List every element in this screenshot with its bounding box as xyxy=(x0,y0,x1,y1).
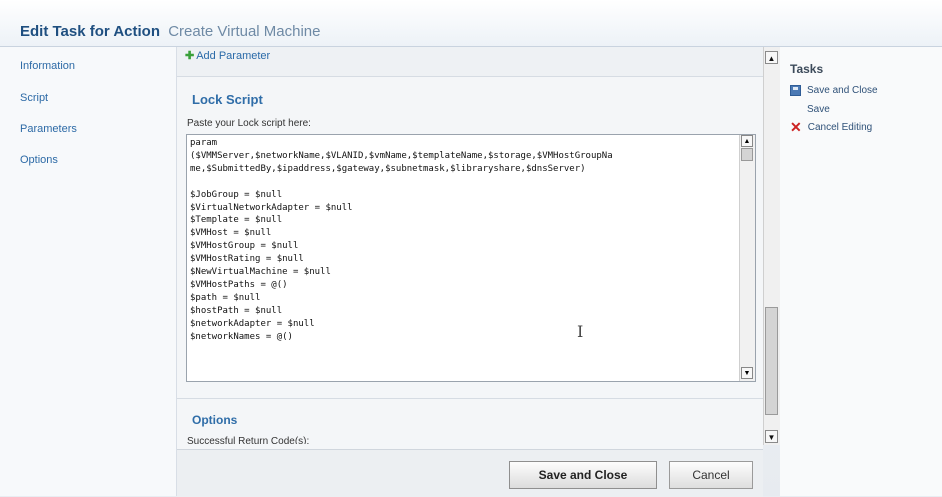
tasks-panel: Tasks Save and Close Save ✕ Cancel Editin… xyxy=(780,47,942,496)
tasks-title: Tasks xyxy=(790,62,824,76)
task-cancel-editing[interactable]: ✕ Cancel Editing xyxy=(790,119,873,135)
nav-item-script[interactable]: Script xyxy=(20,92,48,104)
add-parameter-link[interactable]: ✚ Add Parameter xyxy=(185,49,270,62)
main-scroll-down-icon[interactable]: ▼ xyxy=(765,430,778,443)
left-nav: Information Script Parameters Options xyxy=(0,47,177,496)
lock-script-code[interactable]: param ($VMMServer,$networkName,$VLANID,$… xyxy=(190,137,740,381)
floppy-disk-icon xyxy=(790,85,801,96)
task-save-and-close[interactable]: Save and Close xyxy=(790,85,878,96)
text-cursor-icon: I xyxy=(577,322,584,341)
red-x-icon: ✕ xyxy=(790,119,802,135)
edit-task-window: Edit Task for Action Create Virtual Mach… xyxy=(0,0,942,497)
lock-script-label: Paste your Lock script here: xyxy=(187,118,311,129)
main-scrollbar[interactable]: ▲ ▼ xyxy=(763,47,780,445)
cancel-button[interactable]: Cancel xyxy=(669,461,753,489)
nav-item-options[interactable]: Options xyxy=(20,154,58,166)
page-title-action: Create Virtual Machine xyxy=(168,23,321,40)
options-title: Options xyxy=(192,413,238,427)
nav-item-parameters[interactable]: Parameters xyxy=(20,123,77,135)
return-codes-label: Successful Return Code(s): xyxy=(187,436,310,444)
nav-item-information[interactable]: Information xyxy=(20,60,75,72)
main-panel: ✚ Add Parameter Lock Script Paste your Lo… xyxy=(177,47,763,496)
form-footer: Save and Close Cancel xyxy=(177,449,763,497)
page-title-bold: Edit Task for Action xyxy=(20,23,161,40)
task-save-and-close-label: Save and Close xyxy=(807,85,878,97)
textarea-scroll-thumb[interactable] xyxy=(741,148,753,161)
scroll-down-arrow-icon[interactable]: ▼ xyxy=(741,367,753,379)
task-cancel-editing-label: Cancel Editing xyxy=(807,122,873,134)
add-icon: ✚ xyxy=(185,50,195,62)
page-header: Edit Task for Action Create Virtual Mach… xyxy=(0,0,942,47)
textarea-scrollbar[interactable]: ▲ ▼ xyxy=(739,135,755,381)
lock-script-textarea[interactable]: param ($VMMServer,$networkName,$VLANID,$… xyxy=(186,134,756,382)
main-scroll-up-icon[interactable]: ▲ xyxy=(765,51,778,64)
scroll-up-arrow-icon[interactable]: ▲ xyxy=(741,135,753,147)
save-and-close-button[interactable]: Save and Close xyxy=(509,461,657,489)
add-parameter-label: Add Parameter xyxy=(196,50,271,62)
page-title: Edit Task for Action Create Virtual Mach… xyxy=(20,23,321,40)
lock-script-section: Lock Script Paste your Lock script here:… xyxy=(177,76,763,398)
task-save[interactable]: Save xyxy=(807,104,830,115)
main-scroll-thumb[interactable] xyxy=(765,307,778,415)
lock-script-title: Lock Script xyxy=(192,92,263,107)
